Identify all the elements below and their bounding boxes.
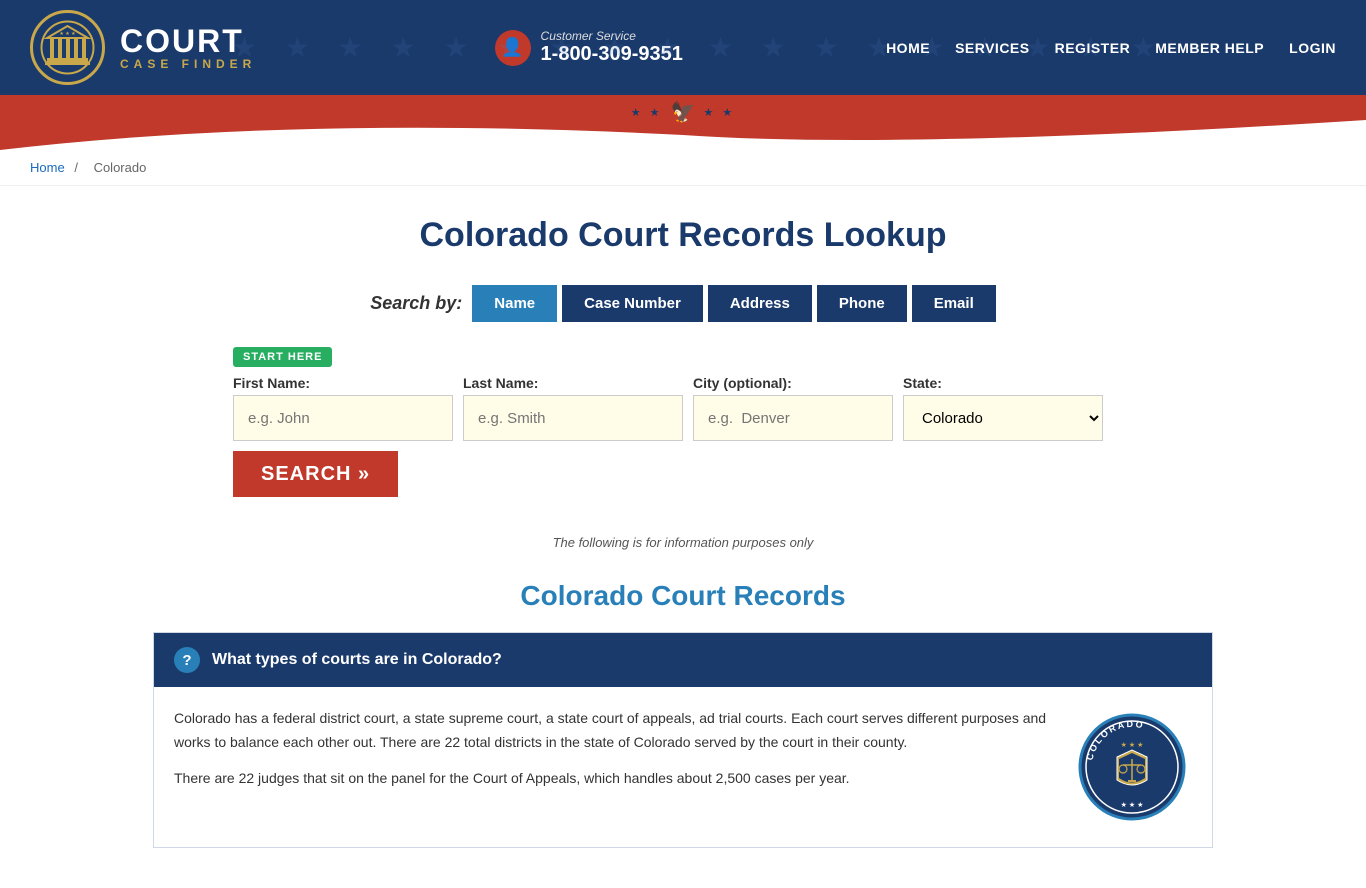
first-name-label: First Name: xyxy=(233,375,453,391)
logo-court-text: COURT xyxy=(120,25,244,57)
tab-phone[interactable]: Phone xyxy=(817,285,907,322)
section-title: Colorado Court Records xyxy=(153,580,1213,612)
search-button[interactable]: SEARCH » xyxy=(233,451,398,497)
faq-paragraph-1: Colorado has a federal district court, a… xyxy=(174,707,1052,755)
contact-label: Customer Service xyxy=(541,29,683,43)
svg-text:★ ★ ★: ★ ★ ★ xyxy=(59,31,76,37)
faq-header-0[interactable]: ? What types of courts are in Colorado? xyxy=(154,633,1212,687)
form-row: First Name: Last Name: City (optional): … xyxy=(233,375,1133,497)
start-badge: START HERE xyxy=(233,347,332,367)
logo-text-block: COURT CASE FINDER xyxy=(105,20,271,76)
tab-address[interactable]: Address xyxy=(708,285,812,322)
search-by-label: Search by: xyxy=(370,293,462,314)
tab-case-number[interactable]: Case Number xyxy=(562,285,703,322)
page-title: Colorado Court Records Lookup xyxy=(153,216,1213,255)
nav-member-help[interactable]: MEMBER HELP xyxy=(1155,40,1264,56)
state-label: State: xyxy=(903,375,1103,391)
colorado-seal: COLORADO ★ ★ ★ ★ ★ ★ xyxy=(1072,707,1192,827)
first-name-input[interactable] xyxy=(233,395,453,441)
breadcrumb: Home / Colorado xyxy=(0,150,1366,186)
city-label: City (optional): xyxy=(693,375,893,391)
svg-text:★ ★ ★: ★ ★ ★ xyxy=(1121,741,1144,749)
nav-register[interactable]: REGISTER xyxy=(1055,40,1131,56)
tab-email[interactable]: Email xyxy=(912,285,996,322)
logo-area: ★ ★ ★ COURT CASE FINDER xyxy=(30,10,271,85)
breadcrumb-separator: / xyxy=(74,160,78,175)
faq-body-0: Colorado has a federal district court, a… xyxy=(154,687,1212,847)
first-name-group: First Name: xyxy=(233,375,453,441)
faq-text-0: Colorado has a federal district court, a… xyxy=(174,707,1052,802)
breadcrumb-home[interactable]: Home xyxy=(30,160,65,175)
wave-bar: ★ ★ 🦅 ★ ★ xyxy=(0,95,1366,150)
logo-circle: ★ ★ ★ xyxy=(30,10,105,85)
svg-text:★ ★ ★: ★ ★ ★ xyxy=(1121,801,1144,809)
state-group: State: Colorado Alabama Alaska Arizona C… xyxy=(903,375,1103,441)
nav-home[interactable]: HOME xyxy=(886,40,930,56)
breadcrumb-current: Colorado xyxy=(94,160,147,175)
info-note: The following is for information purpose… xyxy=(153,535,1213,550)
tab-name[interactable]: Name xyxy=(472,285,557,322)
logo-finder-text: CASE FINDER xyxy=(120,57,256,71)
city-input[interactable] xyxy=(693,395,893,441)
faq-item-0: ? What types of courts are in Colorado? … xyxy=(153,632,1213,848)
person-icon: 👤 xyxy=(495,30,531,66)
search-form-area: START HERE First Name: Last Name: City (… xyxy=(233,337,1133,517)
search-by-row: Search by: Name Case Number Address Phon… xyxy=(153,285,1213,322)
main-content: Colorado Court Records Lookup Search by:… xyxy=(133,186,1233,888)
city-group: City (optional): xyxy=(693,375,893,441)
state-select[interactable]: Colorado Alabama Alaska Arizona Californ… xyxy=(903,395,1103,441)
last-name-input[interactable] xyxy=(463,395,683,441)
header-nav: HOME SERVICES REGISTER MEMBER HELP LOGIN xyxy=(886,40,1336,56)
faq-paragraph-2: There are 22 judges that sit on the pane… xyxy=(174,767,1052,791)
last-name-label: Last Name: xyxy=(463,375,683,391)
header-contact: 👤 Customer Service 1-800-309-9351 xyxy=(495,29,683,66)
contact-phone: 1-800-309-9351 xyxy=(541,43,683,66)
faq-question-text-0: What types of courts are in Colorado? xyxy=(212,651,502,669)
faq-question-icon: ? xyxy=(174,647,200,673)
nav-services[interactable]: SERVICES xyxy=(955,40,1030,56)
nav-login[interactable]: LOGIN xyxy=(1289,40,1336,56)
site-header: ★ ★ ★ ★ ★ ★ ★ ★ ★ ★ ★ ★ ★ ★ ★ ★ ★ ★ ★ ★ … xyxy=(0,0,1366,95)
last-name-group: Last Name: xyxy=(463,375,683,441)
